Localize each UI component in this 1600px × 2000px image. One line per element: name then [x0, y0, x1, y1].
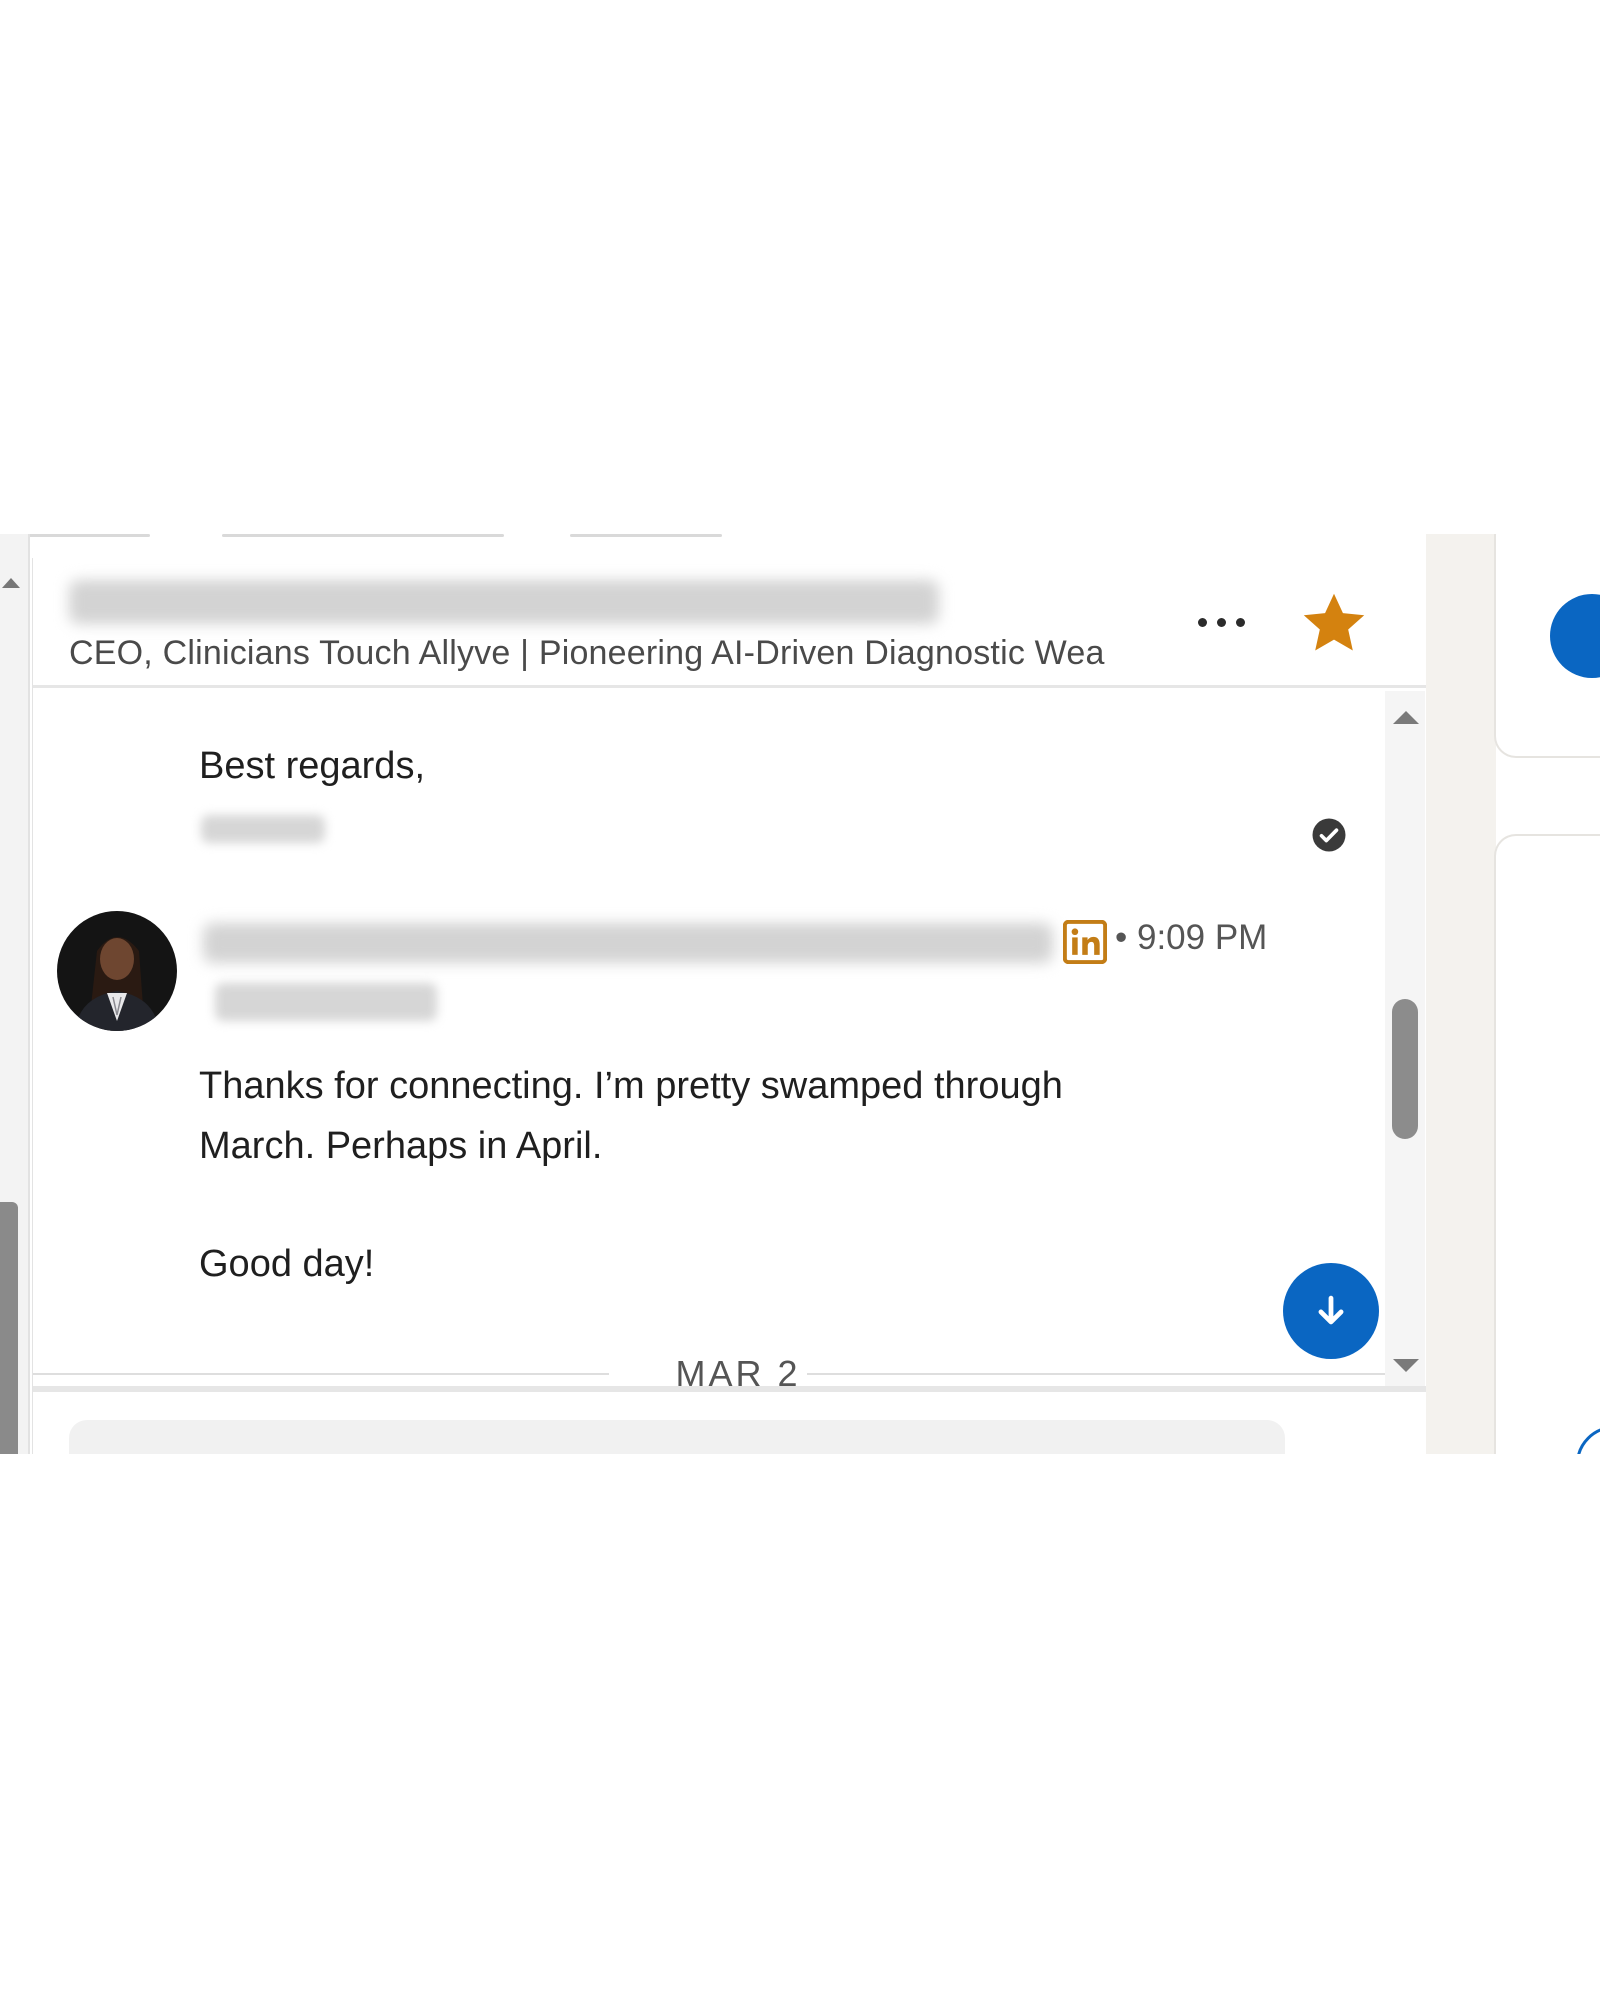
scroll-up-icon[interactable] [2, 578, 20, 588]
side-card [1494, 834, 1600, 1454]
date-label: MAR 2 [675, 1353, 801, 1386]
contact-headline: CEO, Clinicians Touch Allyve | Pioneerin… [69, 634, 1105, 672]
linkedin-icon [1063, 920, 1107, 964]
message-timestamp: • 9:09 PM [1115, 918, 1268, 957]
scroll-up-icon[interactable] [1393, 711, 1419, 724]
redacted-contact-name[interactable] [69, 580, 939, 624]
sidebar-gutter [1426, 534, 1496, 1454]
scroll-down-icon[interactable] [1393, 1359, 1419, 1372]
redacted-sender-subtitle [215, 983, 437, 1021]
date-divider: MAR 2 [33, 1353, 1385, 1386]
message-text: Good day! [199, 1243, 375, 1285]
read-receipt-icon [1312, 818, 1346, 852]
compose-divider [33, 1386, 1427, 1392]
message-text: March. Perhaps in April. [199, 1125, 603, 1167]
arrow-down-icon [1318, 1295, 1344, 1325]
message-input[interactable] [69, 1420, 1285, 1454]
message-text: Thanks for connecting. I’m pretty swampe… [199, 1065, 1063, 1107]
messaging-screenshot: CEO, Clinicians Touch Allyve | Pioneerin… [0, 534, 1600, 1454]
conversation-header: CEO, Clinicians Touch Allyve | Pioneerin… [33, 558, 1427, 688]
redacted-sender-name[interactable] [203, 923, 1053, 963]
page-scrollbar[interactable] [0, 534, 30, 1454]
conversation-panel: CEO, Clinicians Touch Allyve | Pioneerin… [32, 558, 1427, 1454]
message-scrollbar[interactable] [1385, 691, 1425, 1386]
scrollbar-thumb[interactable] [1392, 999, 1418, 1139]
avatar[interactable] [57, 911, 177, 1031]
divider [570, 534, 722, 537]
redacted-signature [201, 815, 325, 843]
jump-to-latest-button[interactable] [1283, 1263, 1379, 1359]
scrollbar-thumb[interactable] [0, 1202, 18, 1454]
message-list[interactable]: Best regards, • 9:09 PM Thanks for conne… [33, 691, 1427, 1386]
more-horizontal-icon [1197, 617, 1207, 627]
message-text: Best regards, [199, 745, 425, 787]
star-icon[interactable] [1297, 586, 1371, 660]
more-options-button[interactable] [1181, 600, 1261, 644]
divider [222, 534, 504, 537]
